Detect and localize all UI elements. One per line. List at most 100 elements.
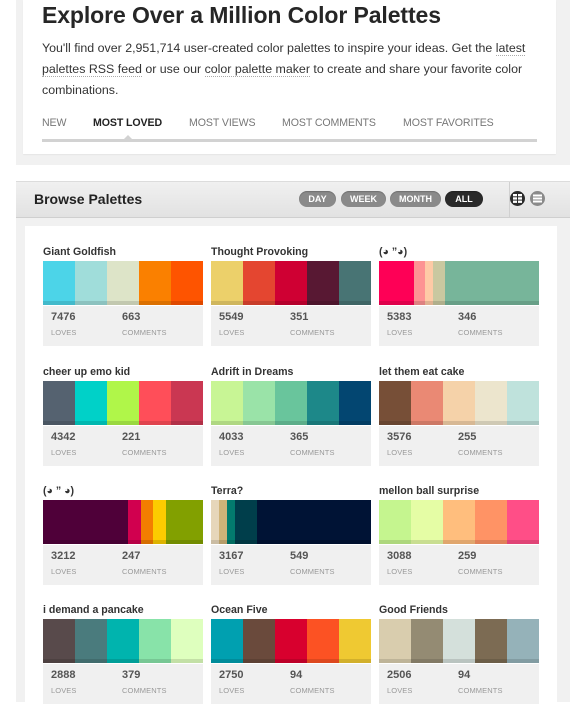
palette-swatches[interactable]	[379, 261, 539, 305]
color-swatch	[211, 500, 219, 544]
palette-stats: 5549 LOVES 351 COMMENTS	[211, 306, 371, 346]
color-swatch	[379, 381, 411, 425]
palette-title[interactable]: Terra?	[211, 485, 243, 497]
loves-label: LOVES	[51, 567, 77, 576]
intro-description: You'll find over 2,951,714 user-created …	[42, 38, 547, 101]
loves-label: LOVES	[219, 686, 245, 695]
comments-count: 221	[122, 431, 141, 443]
loves-count: 2506	[387, 669, 412, 681]
palette-title[interactable]: Thought Provoking	[211, 246, 308, 258]
palette-card[interactable]: Terra? 3167 LOVES 549 COMMENTS	[211, 485, 371, 595]
color-swatch	[127, 500, 141, 544]
palette-card[interactable]: let them eat cake 3576 LOVES 255 COMMENTS	[379, 366, 539, 476]
palette-card[interactable]: mellon ball surprise 3088 LOVES 259 COMMENTS	[379, 485, 539, 595]
palette-title[interactable]: let them eat cake	[379, 366, 464, 378]
filter-week-button[interactable]: WEEK	[341, 191, 386, 207]
tab-most-loved[interactable]: MOST LOVED	[93, 117, 162, 139]
loves-label: LOVES	[219, 567, 245, 576]
color-swatch	[475, 500, 507, 544]
tab-new[interactable]: NEW	[42, 117, 67, 129]
palette-card[interactable]: Giant Goldfish 7476 LOVES 663 COMMENTS	[43, 246, 203, 356]
palette-title[interactable]: Giant Goldfish	[43, 246, 116, 258]
loves-count: 5549	[219, 311, 244, 323]
tab-most-comments[interactable]: MOST COMMENTS	[282, 117, 376, 129]
comments-label: COMMENTS	[290, 686, 335, 695]
color-swatch	[75, 381, 107, 425]
tab-most-views[interactable]: MOST VIEWS	[189, 117, 256, 129]
palette-card[interactable]: Adrift in Dreams 4033 LOVES 365 COMMENTS	[211, 366, 371, 476]
palette-swatches[interactable]	[43, 619, 203, 663]
palette-title[interactable]: (◕ ” ◕)	[43, 485, 74, 497]
comments-count: 346	[458, 311, 477, 323]
palette-swatches[interactable]	[43, 500, 203, 544]
filter-month-button[interactable]: MONTH	[390, 191, 441, 207]
palette-card[interactable]: (◕ ” ◕) 3212 LOVES 247 COMMENTS	[43, 485, 203, 595]
palette-stats: 2888 LOVES 379 COMMENTS	[43, 664, 203, 704]
palette-swatches[interactable]	[379, 381, 539, 425]
palette-title[interactable]: cheer up emo kid	[43, 366, 130, 378]
palette-card[interactable]: Good Friends 2506 LOVES 94 COMMENTS	[379, 604, 539, 714]
browse-header: Browse Palettes DAY WEEK MONTH ALL	[16, 181, 570, 218]
loves-count: 2888	[51, 669, 76, 681]
palette-card[interactable]: Thought Provoking 5549 LOVES 351 COMMENTS	[211, 246, 371, 356]
color-swatch	[43, 381, 75, 425]
palette-title[interactable]: mellon ball surprise	[379, 485, 479, 497]
intro-panel-wrapper: Explore Over a Million Color Palettes Yo…	[16, 0, 570, 165]
comments-count: 365	[290, 431, 309, 443]
palette-swatches[interactable]	[43, 261, 203, 305]
color-swatch	[275, 381, 307, 425]
palette-title[interactable]: Ocean Five	[211, 604, 268, 616]
color-swatch	[443, 381, 475, 425]
color-swatch	[411, 381, 443, 425]
loves-count: 5383	[387, 311, 412, 323]
comments-label: COMMENTS	[122, 686, 167, 695]
comments-count: 549	[290, 550, 309, 562]
loves-count: 4033	[219, 431, 244, 443]
comments-count: 351	[290, 311, 309, 323]
color-swatch	[235, 500, 258, 544]
color-swatch	[43, 619, 75, 663]
palette-maker-link[interactable]: color palette maker	[204, 62, 310, 77]
palette-card[interactable]: (◕ ”◕) 5383 LOVES 346 COMMENTS	[379, 246, 539, 356]
palette-swatches[interactable]	[211, 500, 371, 544]
palette-card[interactable]: Ocean Five 2750 LOVES 94 COMMENTS	[211, 604, 371, 714]
palette-title[interactable]: (◕ ”◕)	[379, 246, 407, 258]
intro-panel: Explore Over a Million Color Palettes Yo…	[23, 0, 556, 154]
palette-stats: 4033 LOVES 365 COMMENTS	[211, 426, 371, 466]
list-view-button[interactable]	[530, 191, 545, 206]
color-swatch	[507, 381, 539, 425]
palette-card[interactable]: cheer up emo kid 4342 LOVES 221 COMMENTS	[43, 366, 203, 476]
palette-stats: 3167 LOVES 549 COMMENTS	[211, 545, 371, 585]
palette-title[interactable]: Adrift in Dreams	[211, 366, 293, 378]
palette-swatches[interactable]	[43, 381, 203, 425]
palette-swatches[interactable]	[379, 500, 539, 544]
color-swatch	[211, 381, 243, 425]
palette-card[interactable]: i demand a pancake 2888 LOVES 379 COMMENTS	[43, 604, 203, 714]
filter-day-button[interactable]: DAY	[299, 191, 336, 207]
browse-title: Browse Palettes	[34, 191, 143, 207]
color-swatch	[339, 381, 371, 425]
loves-label: LOVES	[51, 686, 77, 695]
palette-swatches[interactable]	[211, 381, 371, 425]
palette-stats: 7476 LOVES 663 COMMENTS	[43, 306, 203, 346]
palette-title[interactable]: i demand a pancake	[43, 604, 144, 616]
palette-swatches[interactable]	[379, 619, 539, 663]
comments-label: COMMENTS	[458, 328, 503, 337]
palette-swatches[interactable]	[211, 619, 371, 663]
grid-view-button[interactable]	[510, 191, 525, 206]
tab-most-favorites[interactable]: MOST FAVORITES	[403, 117, 494, 129]
filter-all-button[interactable]: ALL	[445, 191, 483, 207]
color-swatch	[379, 261, 415, 305]
color-swatch	[379, 500, 411, 544]
color-swatch	[257, 500, 371, 544]
palette-title[interactable]: Good Friends	[379, 604, 448, 616]
color-swatch	[243, 381, 275, 425]
palette-swatches[interactable]	[211, 261, 371, 305]
comments-label: COMMENTS	[122, 328, 167, 337]
color-swatch	[444, 261, 539, 305]
intro-text-start: You'll find over 2,951,714 user-created …	[42, 41, 496, 55]
loves-label: LOVES	[387, 686, 413, 695]
list-view-icon	[533, 194, 542, 203]
color-swatch	[171, 619, 203, 663]
comments-count: 255	[458, 431, 477, 443]
